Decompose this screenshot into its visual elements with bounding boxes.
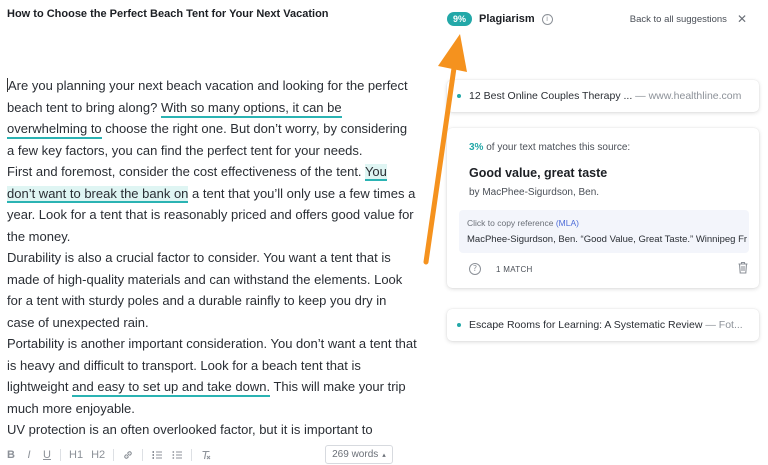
plagiarism-percent-badge: 9% xyxy=(447,12,473,26)
match-count: 1 MATCH xyxy=(496,265,533,274)
reference-style: (MLA) xyxy=(555,218,579,228)
help-icon[interactable]: ? xyxy=(469,263,481,275)
source-dot xyxy=(457,94,461,98)
panel-title: Plagiarism xyxy=(479,13,535,25)
source-author: by MacPhee-Sigurdson, Ben. xyxy=(469,187,600,198)
reference-citation: MacPhee-Sigurdson, Ben. “Good Value, Gre… xyxy=(467,234,747,245)
source-title: Escape Rooms for Learning: A Systematic … xyxy=(469,319,703,331)
toolbar-divider xyxy=(60,448,61,461)
italic-button[interactable]: I xyxy=(24,446,34,464)
heading2-button[interactable]: H2 xyxy=(91,446,105,464)
source-title: Good value, great taste xyxy=(469,166,608,180)
source-title: 12 Best Online Couples Therapy ... xyxy=(469,90,633,102)
plagiarism-header: 9% Plagiarism i Back to all suggestions … xyxy=(447,10,747,28)
format-toolbar: B I U H1 H2 269 words ▴ xyxy=(0,444,420,465)
source-card-healthline[interactable]: 12 Best Online Couples Therapy ... — www… xyxy=(447,80,759,112)
flagged-text[interactable]: and easy to set up and take down. xyxy=(72,379,271,397)
source-card-escape-rooms[interactable]: Escape Rooms for Learning: A Systematic … xyxy=(447,309,759,341)
document-paragraph: Are you planning your next beach vacatio… xyxy=(7,75,417,161)
word-count-label: 269 words xyxy=(332,449,379,460)
toolbar-divider xyxy=(113,448,115,461)
document-title: How to Choose the Perfect Beach Tent for… xyxy=(7,8,329,20)
source-domain: Fot... xyxy=(718,319,743,331)
match-summary: 3% of your text matches this source: xyxy=(469,142,630,153)
toolbar-divider xyxy=(191,448,193,461)
match-text: of your text matches this source: xyxy=(483,142,631,153)
clear-format-icon[interactable] xyxy=(200,446,212,464)
document-paragraph: Durability is also a crucial factor to c… xyxy=(7,247,417,333)
bold-button[interactable]: B xyxy=(6,446,16,464)
underline-button[interactable]: U xyxy=(42,446,52,464)
trash-icon[interactable] xyxy=(737,261,749,279)
heading1-button[interactable]: H1 xyxy=(69,446,83,464)
copy-reference-label: Click to copy reference (MLA) xyxy=(467,218,579,228)
word-count-button[interactable]: 269 words ▴ xyxy=(325,445,393,464)
document-paragraph: First and foremost, consider the cost ef… xyxy=(7,161,417,247)
toolbar-divider xyxy=(142,448,144,461)
paragraph-text: Durability is also a crucial factor to c… xyxy=(7,250,403,330)
source-domain: www.healthline.com xyxy=(648,90,742,102)
numbered-list-icon[interactable] xyxy=(151,446,163,464)
copy-reference-text: Click to copy reference xyxy=(467,218,556,228)
caret-up-icon: ▴ xyxy=(382,450,386,459)
source-card-active[interactable]: 3% of your text matches this source: Goo… xyxy=(447,128,759,288)
source-separator: — xyxy=(702,319,719,331)
paragraph-text: First and foremost, consider the cost ef… xyxy=(7,164,365,179)
document-paragraph: Portability is another important conside… xyxy=(7,333,417,419)
back-to-suggestions-link[interactable]: Back to all suggestions xyxy=(630,14,727,25)
copy-reference-box[interactable]: Click to copy reference (MLA) MacPhee-Si… xyxy=(459,210,749,253)
source-dot xyxy=(457,323,461,327)
match-percent: 3% xyxy=(469,142,484,153)
info-icon[interactable]: i xyxy=(541,13,553,25)
bulleted-list-icon[interactable] xyxy=(171,446,183,464)
close-icon[interactable]: ✕ xyxy=(737,13,747,25)
document-body[interactable]: Are you planning your next beach vacatio… xyxy=(7,75,417,462)
source-separator: — xyxy=(632,90,649,102)
link-icon[interactable] xyxy=(122,446,134,464)
